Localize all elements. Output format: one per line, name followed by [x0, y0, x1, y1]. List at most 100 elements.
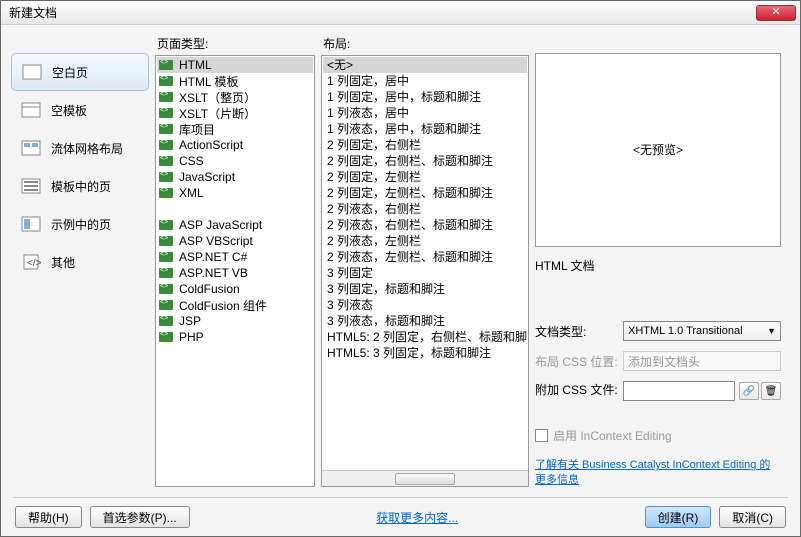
remove-css-button[interactable]: 🗑 [761, 382, 781, 400]
new-document-dialog: 新建文档 ✕ 空白页空模板流体网格布局模板中的页示例中的页 </>其他 页面类型:… [0, 0, 801, 537]
type-label: XML [179, 186, 204, 200]
layout-item[interactable]: 2 列固定，右侧栏 [323, 137, 527, 153]
type-item[interactable]: 库项目 [157, 121, 313, 137]
file-type-icon [159, 284, 173, 294]
type-item[interactable]: PHP [157, 329, 313, 345]
nav-label: 其他 [51, 254, 75, 271]
layout-item[interactable]: 3 列固定，标题和脚注 [323, 281, 527, 297]
file-type-icon [159, 300, 173, 310]
layout-list[interactable]: <无>1 列固定，居中1 列固定，居中，标题和脚注1 列液态，居中1 列液态，居… [321, 55, 529, 487]
type-item[interactable]: ActionScript [157, 137, 313, 153]
page-type-list[interactable]: HTMLHTML 模板XSLT（整页）XSLT（片断）库项目ActionScri… [155, 55, 315, 487]
type-item[interactable]: HTML 模板 [157, 73, 313, 89]
layout-item[interactable]: 2 列液态，左侧栏 [323, 233, 527, 249]
type-item[interactable]: ColdFusion 组件 [157, 297, 313, 313]
type-item[interactable]: ASP.NET C# [157, 249, 313, 265]
type-item[interactable]: ASP VBScript [157, 233, 313, 249]
type-label: ASP.NET VB [179, 266, 248, 280]
preferences-button[interactable]: 首选参数(P)... [90, 506, 190, 528]
layout-item[interactable]: 2 列固定，左侧栏 [323, 169, 527, 185]
preview-panel: <无预览> [535, 53, 781, 247]
type-item[interactable]: ASP.NET VB [157, 265, 313, 281]
type-label: HTML [179, 58, 212, 72]
layout-item[interactable]: 3 列固定 [323, 265, 527, 281]
nav-item[interactable]: 空模板 [11, 91, 149, 129]
type-label: PHP [179, 330, 204, 344]
file-type-icon [159, 76, 173, 86]
layout-item[interactable]: <无> [323, 57, 527, 73]
horizontal-scrollbar[interactable] [322, 470, 528, 486]
nav-label: 模板中的页 [51, 178, 111, 195]
nav-item[interactable]: 模板中的页 [11, 167, 149, 205]
type-item[interactable]: CSS [157, 153, 313, 169]
type-item[interactable]: XSLT（整页） [157, 89, 313, 105]
file-type-icon [159, 140, 173, 150]
layout-item[interactable]: 1 列固定，居中 [323, 73, 527, 89]
file-type-icon [159, 188, 173, 198]
attach-css-label: 附加 CSS 文件: [535, 381, 619, 398]
nav-item[interactable]: </>其他 [11, 243, 149, 281]
type-label: CSS [179, 154, 204, 168]
layout-item[interactable]: 2 列液态，左侧栏、标题和脚注 [323, 249, 527, 265]
type-item[interactable]: XML [157, 185, 313, 201]
type-label: ColdFusion 组件 [179, 297, 267, 314]
close-button[interactable]: ✕ [756, 5, 796, 21]
layout-item[interactable]: 2 列液态，右侧栏、标题和脚注 [323, 217, 527, 233]
doctype-label: 文档类型: [535, 323, 619, 340]
incontext-checkbox [535, 429, 548, 442]
nav-icon [21, 215, 41, 233]
layout-item[interactable]: 2 列固定，右侧栏、标题和脚注 [323, 153, 527, 169]
window-title: 新建文档 [5, 4, 756, 21]
cancel-button[interactable]: 取消(C) [719, 506, 786, 528]
layout-column: 布局: <无>1 列固定，居中1 列固定，居中，标题和脚注1 列液态，居中1 列… [321, 35, 529, 487]
create-button[interactable]: 创建(R) [645, 506, 712, 528]
layout-item[interactable]: 3 列液态，标题和脚注 [323, 313, 527, 329]
attach-css-row: 附加 CSS 文件: 🔗 🗑 [535, 381, 781, 401]
learn-more-link[interactable]: 了解有关 Business Catalyst InContext Editing… [535, 458, 781, 487]
file-type-icon [159, 268, 173, 278]
link-css-button[interactable]: 🔗 [739, 382, 759, 400]
type-item[interactable]: ASP JavaScript [157, 217, 313, 233]
type-item[interactable]: JSP [157, 313, 313, 329]
type-label: ColdFusion [179, 282, 240, 296]
get-more-link[interactable]: 获取更多内容... [376, 509, 458, 526]
type-label: ASP.NET C# [179, 250, 247, 264]
file-type-icon [159, 108, 173, 118]
type-label: XSLT（整页） [179, 89, 256, 106]
type-label: ASP VBScript [179, 234, 253, 248]
type-label: ASP JavaScript [179, 218, 262, 232]
nav-item[interactable]: 示例中的页 [11, 205, 149, 243]
nav-label: 空白页 [52, 64, 88, 81]
layout-item[interactable]: 1 列液态，居中 [323, 105, 527, 121]
type-label: HTML 模板 [179, 73, 239, 90]
type-item[interactable]: JavaScript [157, 169, 313, 185]
help-button[interactable]: 帮助(H) [15, 506, 82, 528]
type-item[interactable]: XSLT（片断） [157, 105, 313, 121]
page-type-column: 页面类型: HTMLHTML 模板XSLT（整页）XSLT（片断）库项目Acti… [155, 35, 315, 487]
nav-icon [22, 63, 42, 81]
layout-item[interactable]: 3 列液态 [323, 297, 527, 313]
nav-item[interactable]: 流体网格布局 [11, 129, 149, 167]
chevron-down-icon: ▼ [767, 326, 776, 336]
layout-item[interactable]: 1 列固定，居中，标题和脚注 [323, 89, 527, 105]
nav-icon [21, 139, 41, 157]
attach-css-input[interactable] [623, 381, 735, 401]
nav-label: 流体网格布局 [51, 140, 123, 157]
layout-item[interactable]: 2 列固定，左侧栏、标题和脚注 [323, 185, 527, 201]
layout-item[interactable]: 2 列液态，右侧栏 [323, 201, 527, 217]
nav-label: 示例中的页 [51, 216, 111, 233]
content-area: 空白页空模板流体网格布局模板中的页示例中的页 </>其他 页面类型: HTMLHT… [1, 25, 800, 497]
file-type-icon [159, 252, 173, 262]
nav-item[interactable]: 空白页 [11, 53, 149, 91]
layout-item[interactable]: 1 列液态，居中，标题和脚注 [323, 121, 527, 137]
doctype-select[interactable]: XHTML 1.0 Transitional ▼ [623, 321, 781, 341]
file-type-icon [159, 60, 173, 70]
css-position-select: 添加到文档头 [623, 351, 781, 371]
layout-item[interactable]: HTML5: 3 列固定，标题和脚注 [323, 345, 527, 361]
layout-item[interactable]: HTML5: 2 列固定，右侧栏、标题和脚注 [323, 329, 527, 345]
type-item[interactable]: ColdFusion [157, 281, 313, 297]
document-description: HTML 文档 [535, 257, 781, 274]
file-type-icon [159, 220, 173, 230]
type-item[interactable]: HTML [157, 57, 313, 73]
type-label: JSP [179, 314, 201, 328]
